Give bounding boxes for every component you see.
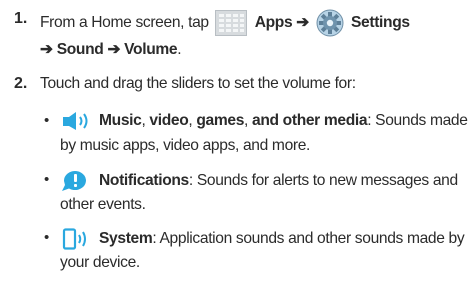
arrow-icon: ➔ [107, 41, 121, 58]
step-2-number: 2. [14, 75, 28, 92]
step-1-line-1: From a Home screen, tap Apps ➔ Settings [40, 9, 410, 37]
notification-icon [60, 170, 96, 192]
media-label-games: games [196, 112, 245, 130]
bullet-marker: • [44, 171, 50, 188]
media-label-other: and other media [252, 112, 368, 130]
instructions: 1. From a Home screen, tap Apps ➔ Settin… [0, 0, 473, 282]
bullet-media: Music, video, games, and other media: So… [60, 111, 468, 131]
system-sound-icon [60, 228, 96, 250]
apps-grid-icon [214, 10, 247, 36]
media-volume-icon [60, 111, 96, 131]
step-2-text: Touch and drag the sliders to set the vo… [40, 75, 356, 92]
volume-label: Volume [124, 41, 178, 58]
bullet-notifications-line-2: other events. [60, 196, 146, 213]
step-1-number: 1. [14, 10, 28, 27]
notifications-description: : Sounds for alerts to new messages and [188, 172, 458, 190]
arrow-icon: ➔ [296, 14, 310, 32]
step-1-line-2: ➔ Sound ➔ Volume. [40, 40, 182, 60]
comma: , [244, 112, 253, 130]
step-1-end: . [177, 41, 182, 58]
system-label: System [99, 230, 153, 248]
bullet-marker: • [44, 229, 50, 246]
step-1-prefix: From a Home screen, tap [40, 14, 209, 32]
arrow-icon: ➔ [40, 41, 53, 58]
system-description: : Application sounds and other sounds ma… [152, 230, 465, 248]
bullet-system-line-2: your device. [60, 254, 140, 271]
settings-gear-icon [316, 9, 344, 37]
media-label-music: Music [99, 112, 142, 130]
apps-label: Apps [254, 14, 293, 32]
sound-label: Sound [56, 41, 104, 58]
bullet-media-line-2: by music apps, video apps, and more. [60, 137, 311, 154]
bullet-notifications: Notifications: Sounds for alerts to new … [60, 170, 458, 192]
media-label-video: video [149, 112, 189, 130]
bullet-system: System: Application sounds and other sou… [60, 228, 465, 250]
notifications-label: Notifications [99, 172, 189, 190]
settings-label: Settings [350, 14, 410, 32]
bullet-marker: • [44, 112, 50, 129]
media-description: : Sounds made [367, 112, 468, 130]
